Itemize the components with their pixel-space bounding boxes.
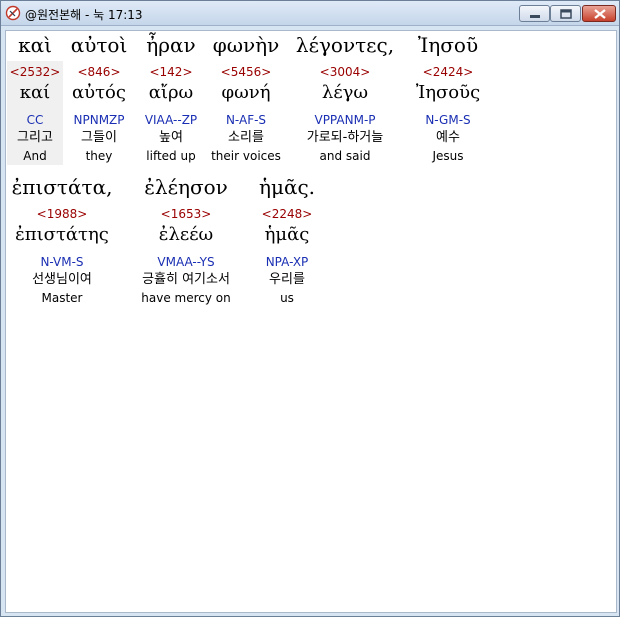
english-gloss: Jesus [432,149,464,163]
lemma-word: αἴρω [148,82,194,103]
korean-gloss: 소리를 [228,130,264,145]
morphology-code[interactable]: VIAA--ZP [137,111,205,129]
app-window: @원전본해 - 눅 17:13 καὶ <2532> καί CC 그리고 An… [0,0,620,617]
morphology-code[interactable]: NPA-XP [251,253,323,271]
word-column[interactable]: καὶ <2532> καί CC 그리고 And [7,31,63,165]
minimize-icon [530,15,540,18]
lemma-word: αὐτός [72,82,126,103]
morphology-code[interactable]: N-GM-S [406,111,490,129]
greek-word: ἡμᾶς. [258,175,316,199]
lemma-word: φωνή [221,82,271,103]
greek-word: φωνὴν [212,33,280,57]
morphology-code[interactable]: N-VM-S [6,253,118,271]
greek-word: αὐτοὶ [70,33,128,57]
korean-gloss: 그리고 [17,130,53,145]
minimize-button[interactable] [519,5,550,22]
greek-word: Ἰησοῦ [417,33,479,57]
strong-number[interactable]: <2532> [7,63,63,81]
english-gloss: Master [41,291,83,305]
english-gloss: And [23,149,47,163]
word-column[interactable]: φωνὴν <5456> φωνή N-AF-S 소리를 their voice… [208,31,284,165]
word-column[interactable]: αὐτοὶ <846> αὐτός NPNMZP 그들이 they [66,31,132,165]
maximize-icon [560,9,572,19]
word-column[interactable]: ἡμᾶς. <2248> ἡμᾶς NPA-XP 우리를 us [251,173,323,307]
strong-number[interactable]: <5456> [208,63,284,81]
morphology-code[interactable]: NPNMZP [66,111,132,129]
close-icon [594,9,606,19]
morphology-code[interactable]: VPPANM-P [289,111,401,129]
lemma-word: λέγω [321,82,369,103]
korean-gloss: 선생님이여 [32,272,92,287]
greek-word: ἐπιστάτα, [11,175,113,199]
english-gloss: have mercy on [141,291,231,305]
word-column[interactable]: λέγοντες, <3004> λέγω VPPANM-P 가로되-하거늘 a… [289,31,401,165]
korean-gloss: 긍휼히 여기소서 [142,272,230,287]
english-gloss: lifted up [146,149,196,163]
strong-number[interactable]: <3004> [289,63,401,81]
korean-gloss: 높여 [159,130,183,145]
korean-gloss: 예수 [436,130,460,145]
word-column[interactable]: ἦραν <142> αἴρω VIAA--ZP 높여 lifted up [137,31,205,165]
korean-gloss: 그들이 [81,130,117,145]
greek-word: ἐλέησον [144,175,228,199]
lemma-word: ἐλεέω [158,224,214,245]
morphology-code[interactable]: CC [7,111,63,129]
strong-number[interactable]: <1653> [124,205,248,223]
morphology-code[interactable]: VMAA--YS [124,253,248,271]
morphology-code[interactable]: N-AF-S [208,111,284,129]
close-button[interactable] [582,5,616,22]
english-gloss: us [280,291,294,305]
maximize-button[interactable] [550,5,581,22]
english-gloss: they [85,149,113,163]
greek-word: λέγοντες, [295,33,395,57]
lemma-word: Ἰησοῦς [415,82,481,103]
greek-word: ἦραν [146,33,196,57]
greek-word: καὶ [7,31,63,61]
strong-number[interactable]: <2424> [406,63,490,81]
strong-number[interactable]: <1988> [6,205,118,223]
english-gloss: and said [319,149,371,163]
lemma-word: καί [19,82,51,103]
title-bar[interactable]: @원전본해 - 눅 17:13 [1,1,619,26]
window-title: @원전본해 - 눅 17:13 [25,8,143,22]
app-icon[interactable] [5,5,21,21]
strong-number[interactable]: <846> [66,63,132,81]
word-column[interactable]: ἐλέησον <1653> ἐλεέω VMAA--YS 긍휼히 여기소서 h… [124,173,248,307]
strong-number[interactable]: <2248> [251,205,323,223]
verse-panel: καὶ <2532> καί CC 그리고 And αὐτοὶ <846> αὐ… [5,30,617,613]
korean-gloss: 우리를 [269,272,305,287]
word-column[interactable]: ἐπιστάτα, <1988> ἐπιστάτης N-VM-S 선생님이여 … [6,173,118,307]
english-gloss: their voices [211,149,281,163]
word-column[interactable]: Ἰησοῦ <2424> Ἰησοῦς N-GM-S 예수 Jesus [406,31,490,165]
lemma-word: ἡμᾶς [264,224,310,245]
korean-gloss: 가로되-하거늘 [306,130,384,145]
strong-number[interactable]: <142> [137,63,205,81]
lemma-word: ἐπιστάτης [15,224,109,245]
